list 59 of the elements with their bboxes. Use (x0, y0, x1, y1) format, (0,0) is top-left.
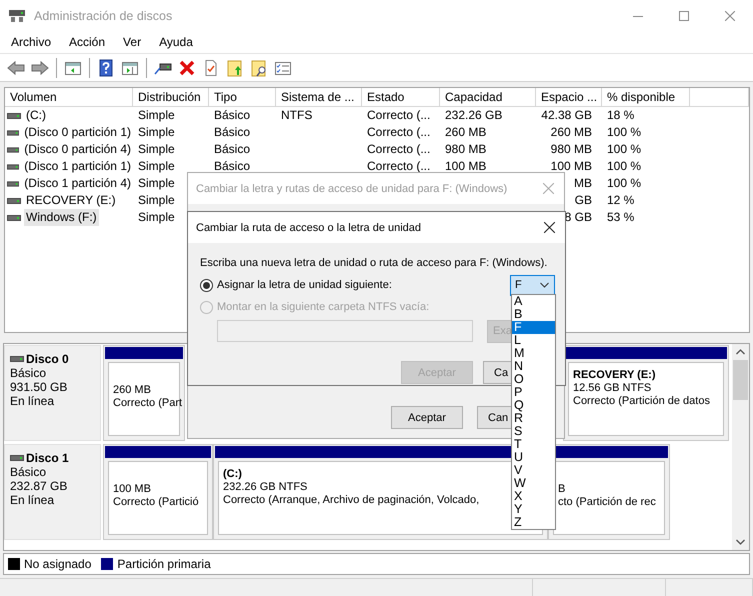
table-cell: Simple (138, 159, 175, 173)
table-cell: NTFS (281, 108, 312, 122)
table-cell: 18 % (607, 108, 634, 122)
table-cell: 260 MB (550, 125, 592, 139)
partition-info: 100 MB (113, 483, 151, 495)
dialog-title: Cambiar la ruta de acceso o la letra de unidad (196, 222, 422, 234)
table-cell: Básico (214, 159, 250, 173)
window-title: Administración de discos (34, 8, 172, 22)
table-cell: Simple (138, 108, 175, 122)
table-cell: 980 MB (550, 142, 592, 156)
partition-info: B (558, 483, 566, 495)
table-cell: Básico (214, 125, 250, 139)
table-cell: Correcto (... (367, 108, 430, 122)
table-cell: 100 MB (550, 159, 592, 173)
table-cell: 100 % (607, 142, 642, 156)
table-cell: Básico (214, 108, 250, 122)
disk-name: Disco 1 (26, 451, 69, 465)
table-cell: Simple (138, 193, 175, 207)
dialog-prompt: Escriba una nueva letra de unidad o ruta de acceso para F: (Windows). (200, 257, 548, 269)
dialog-title: Cambiar la letra y rutas de acceso de unidad para F: (Windows) (196, 182, 508, 194)
disk-info: Básico (10, 465, 48, 479)
table-cell: Correcto (... (367, 142, 430, 156)
legend-label: Partición primaria (117, 557, 211, 571)
table-cell: 53 % (607, 210, 634, 224)
table-cell: Correcto (... (367, 159, 430, 173)
table-cell: 260 MB (445, 125, 486, 139)
partition-info: Correcto (Arranque, Archivo de paginación, Volcado, (223, 494, 480, 506)
table-cell: GB (574, 193, 592, 207)
table-cell: Básico (214, 142, 250, 156)
partition-info: cto (Partición de rec (558, 496, 656, 508)
partition-info: Correcto (Part (113, 397, 182, 409)
partition-name: (C:) (223, 468, 242, 480)
disk-name: Disco 0 (26, 352, 69, 366)
table-cell: 232.26 GB (445, 108, 502, 122)
table-cell: Simple (138, 210, 175, 224)
table-cell: Simple (138, 142, 175, 156)
disk-info: En línea (10, 394, 56, 408)
table-cell: Correcto (... (367, 125, 430, 139)
partition-info: Correcto (Partición de datos (573, 395, 710, 407)
table-cell: 42.38 GB (541, 108, 592, 122)
disk-info: Básico (10, 366, 48, 380)
disk-info: 931.50 GB (10, 380, 68, 394)
table-cell: 980 MB (445, 142, 486, 156)
table-cell: 100 MB (445, 159, 486, 173)
legend-label: No asignado (24, 557, 92, 571)
table-cell: Simple (138, 125, 175, 139)
partition-info: 260 MB (113, 384, 151, 396)
table-cell: Simple (138, 176, 175, 190)
table-cell: 100 % (607, 125, 642, 139)
disk-info: 232.87 GB (10, 479, 68, 493)
partition-name: RECOVERY (E:) (573, 369, 656, 381)
partition-info: Correcto (Partició (113, 496, 199, 508)
table-cell: 100 % (607, 159, 642, 173)
table-cell: 12 % (607, 193, 634, 207)
disk-info: En línea (10, 493, 56, 507)
partition-info: 12.56 GB NTFS (573, 382, 652, 394)
table-cell: 100 % (607, 176, 642, 190)
partition-info: 232.26 GB NTFS (223, 481, 308, 493)
table-cell: MB (574, 176, 592, 190)
